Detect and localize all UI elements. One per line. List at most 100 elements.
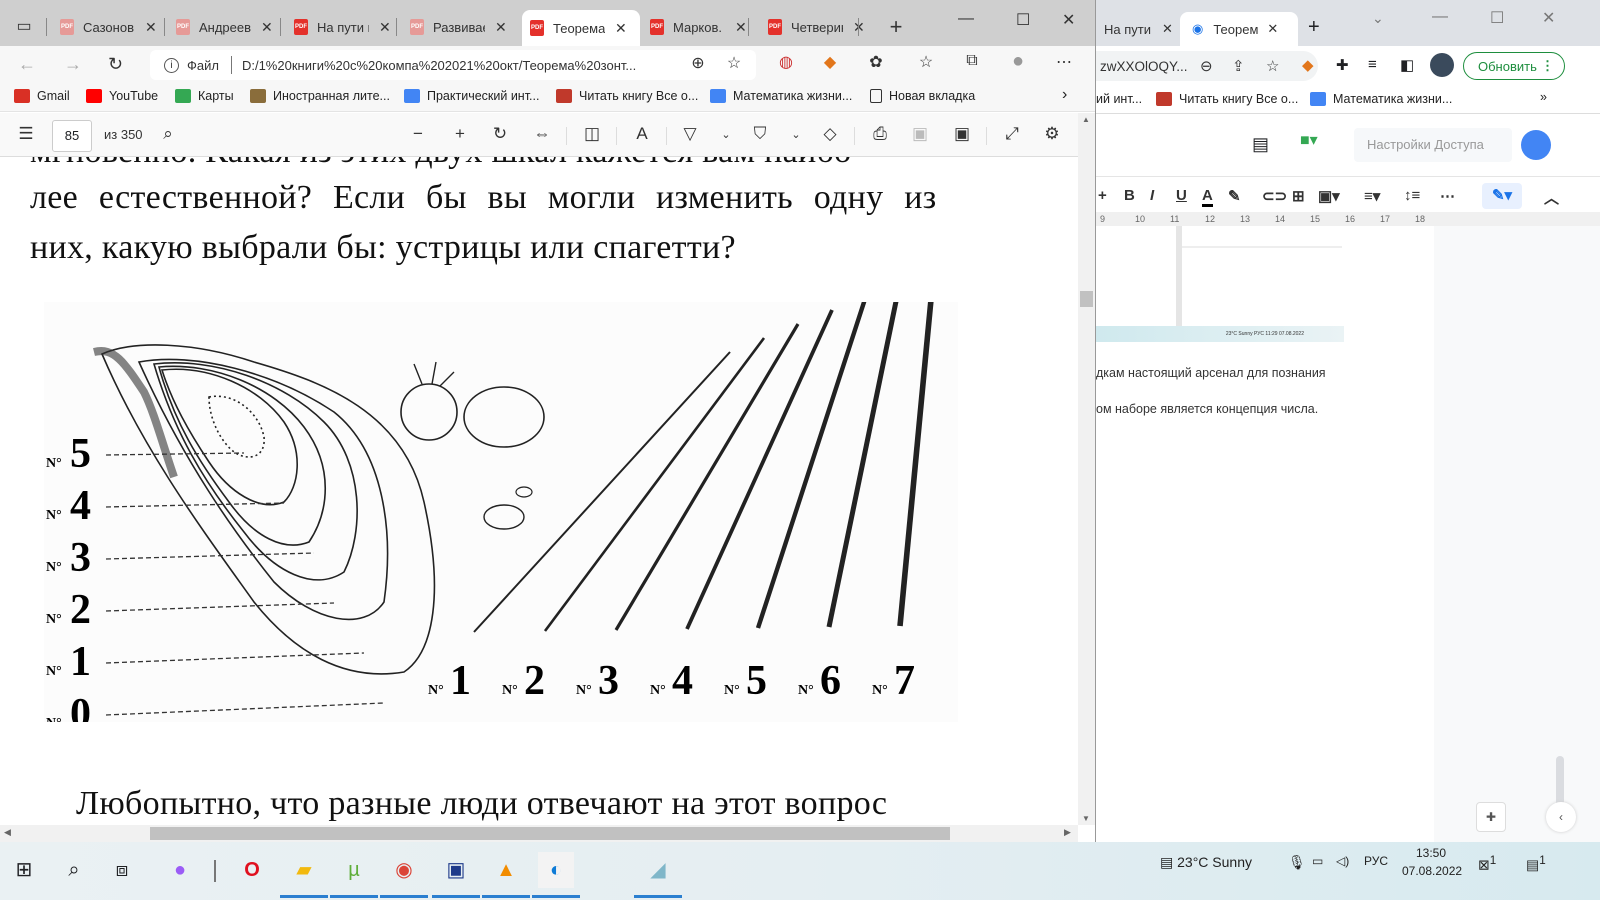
utorrent-app-icon[interactable]: µ (330, 852, 378, 898)
bookmark-practical[interactable]: ий инт... (1096, 92, 1142, 106)
save-as-icon[interactable]: ▣ (950, 124, 974, 144)
extension-globe-icon[interactable]: ◍ (774, 52, 798, 72)
new-tab-button[interactable]: + (1308, 16, 1320, 39)
settings-icon[interactable]: ⚙ (1040, 124, 1064, 144)
chrome-tab-teorema[interactable]: ◉Теорема✕ (1180, 12, 1298, 46)
highlight-options-chevron-icon[interactable]: ⌄ (784, 128, 808, 141)
start-button[interactable]: ⊞ (6, 852, 42, 888)
eraser-icon[interactable]: ◇ (818, 124, 842, 144)
forward-button[interactable]: → (64, 54, 82, 75)
zoom-in-icon[interactable]: + (448, 124, 472, 144)
close-tab-icon[interactable]: ✕ (379, 19, 391, 36)
bookmark-practical[interactable]: Практический инт... (404, 89, 539, 103)
bookmarks-overflow-button[interactable]: » (1540, 90, 1547, 104)
side-panel-icon[interactable]: ◧ (1400, 56, 1414, 74)
scrollbar-thumb[interactable] (150, 827, 950, 840)
extensions-icon[interactable]: ✚ (1336, 56, 1349, 74)
omnibox[interactable]: zwXXOlOQY... ⊖ ⇪ ☆ (1096, 51, 1318, 81)
vlc-app-icon[interactable]: ▲ (482, 852, 530, 898)
pdf-horizontal-scrollbar[interactable]: ◀ ▶ (0, 825, 1078, 842)
close-tab-icon[interactable]: ✕ (1162, 21, 1173, 37)
metamask-icon[interactable]: ◆ (1302, 56, 1314, 74)
page-view-icon[interactable]: ◫ (580, 124, 604, 144)
minimize-button[interactable]: — (958, 10, 974, 28)
minimize-button[interactable]: — (1432, 8, 1448, 26)
bookmark-read-book[interactable]: Читать книгу Все о... (1156, 92, 1298, 106)
search-button[interactable]: ⌕ (56, 852, 92, 888)
tab-na-puti[interactable]: PDF На пути к ✕ (286, 12, 399, 42)
insert-image-icon[interactable]: ▣▾ (1318, 187, 1340, 205)
bookmark-math-life[interactable]: Математика жизни... (1310, 92, 1452, 106)
favorites-icon[interactable]: ☆ (914, 52, 938, 72)
zoom-icon[interactable]: ⊕ (686, 53, 710, 73)
collapse-menus-icon[interactable]: ︿ (1544, 187, 1559, 208)
bookmark-star-icon[interactable]: ☆ (1266, 57, 1279, 75)
alice-app-icon[interactable]: ● (162, 852, 198, 888)
tab-andreeva[interactable]: PDFАндреева✕ (168, 12, 281, 42)
zoom-icon[interactable]: ⊖ (1200, 57, 1213, 75)
vpn-app-icon[interactable]: ▣ (432, 852, 480, 898)
back-button[interactable]: ← (18, 54, 36, 75)
edge-app-icon[interactable]: ◐ (532, 852, 580, 898)
bookmark-read-book[interactable]: Читать книгу Все о... (556, 89, 698, 103)
tab-actions-icon[interactable]: ▭ (12, 16, 36, 36)
clock-time[interactable]: 13:50 (1416, 846, 1446, 860)
share-button[interactable]: Настройки Доступа (1354, 128, 1512, 162)
more-menu-icon[interactable]: ⋯ (1052, 52, 1076, 72)
comments-icon[interactable]: ▤ (1252, 134, 1269, 155)
docs-ruler[interactable]: 9 10 11 12 13 14 15 16 17 18 (1096, 212, 1600, 226)
update-button[interactable]: Обновить ⋮ (1463, 52, 1565, 80)
news-weather-widget[interactable]: ▤ 23°C Sunny (1160, 854, 1252, 871)
bookmark-foreign-lit[interactable]: Иностранная лите... (250, 89, 390, 103)
notification-app-icon[interactable]: ⊠1 (1478, 854, 1496, 874)
tab-search-chevron-icon[interactable]: ⌄ (1372, 10, 1384, 27)
clock-date[interactable]: 07.08.2022 (1402, 864, 1462, 878)
fit-width-icon[interactable]: ⇔ (530, 124, 554, 144)
search-icon[interactable]: ⌕ (156, 124, 180, 144)
profile-icon[interactable]: ● (1006, 50, 1030, 73)
tab-razvivae[interactable]: PDF Развивае ✕ (402, 12, 515, 42)
link-icon[interactable]: ⊂⊃ (1262, 187, 1287, 205)
draw-icon[interactable]: ▽ (678, 124, 702, 144)
more-options-icon[interactable]: ⋯ (1440, 187, 1455, 205)
maximize-button[interactable]: ☐ (1016, 10, 1030, 30)
bookmarks-overflow-button[interactable]: › (1062, 86, 1067, 104)
chrome-app-icon[interactable]: ◉ (380, 852, 428, 898)
media-icon[interactable]: ≡ (1368, 56, 1377, 73)
close-window-button[interactable]: ✕ (1542, 8, 1555, 28)
bookmark-new-tab[interactable]: Новая вкладка (870, 89, 975, 103)
maximize-button[interactable]: ☐ (1490, 8, 1504, 28)
language-indicator[interactable]: РУС (1364, 854, 1388, 868)
close-tab-icon[interactable]: ✕ (735, 19, 747, 36)
profile-avatar[interactable] (1430, 53, 1454, 77)
close-tab-icon[interactable]: ✕ (145, 19, 157, 36)
share-icon[interactable]: ⇪ (1232, 57, 1245, 75)
account-avatar[interactable] (1521, 130, 1551, 160)
tab-chetverik[interactable]: PDFЧетверик✕ (760, 12, 873, 42)
address-bar[interactable]: i Файл D:/1%20книги%20с%20компа%202021%2… (150, 50, 756, 80)
underline-icon[interactable]: U (1176, 187, 1187, 204)
collections-icon[interactable]: ⧉ (960, 52, 984, 70)
new-tab-button[interactable]: + (884, 14, 908, 40)
reload-button[interactable]: ↻ (108, 54, 123, 75)
zoom-out-icon[interactable]: − (406, 124, 430, 144)
close-window-button[interactable]: ✕ (1062, 10, 1075, 30)
print-icon[interactable]: ⎙ (868, 124, 892, 144)
metamask-icon[interactable]: ◆ (818, 52, 842, 72)
notepad-app-icon[interactable]: ◢ (634, 852, 682, 898)
close-tab-icon[interactable]: ✕ (495, 19, 507, 36)
editing-mode-button[interactable]: ✎▾ (1482, 183, 1522, 209)
opera-app-icon[interactable]: O (234, 852, 270, 888)
italic-icon[interactable]: I (1150, 187, 1154, 204)
fullscreen-icon[interactable]: ⤢ (1000, 124, 1024, 144)
tab-sazonov[interactable]: PDF Сазонов. ✕ (52, 12, 165, 42)
pdf-vertical-scrollbar[interactable]: ▲ ▼ (1078, 113, 1095, 825)
align-icon[interactable]: ≡▾ (1364, 187, 1380, 205)
side-panel-toggle-icon[interactable]: ‹ (1546, 802, 1576, 832)
highlight-icon[interactable]: ⛉ (748, 124, 772, 144)
battery-icon[interactable]: ▭ (1312, 854, 1323, 868)
explore-button[interactable]: ✚ (1476, 802, 1506, 832)
explorer-app-icon[interactable]: ▰ (280, 852, 328, 898)
microphone-icon[interactable]: 🎙︎ (1288, 854, 1306, 871)
bookmark-maps[interactable]: Карты (175, 89, 234, 103)
